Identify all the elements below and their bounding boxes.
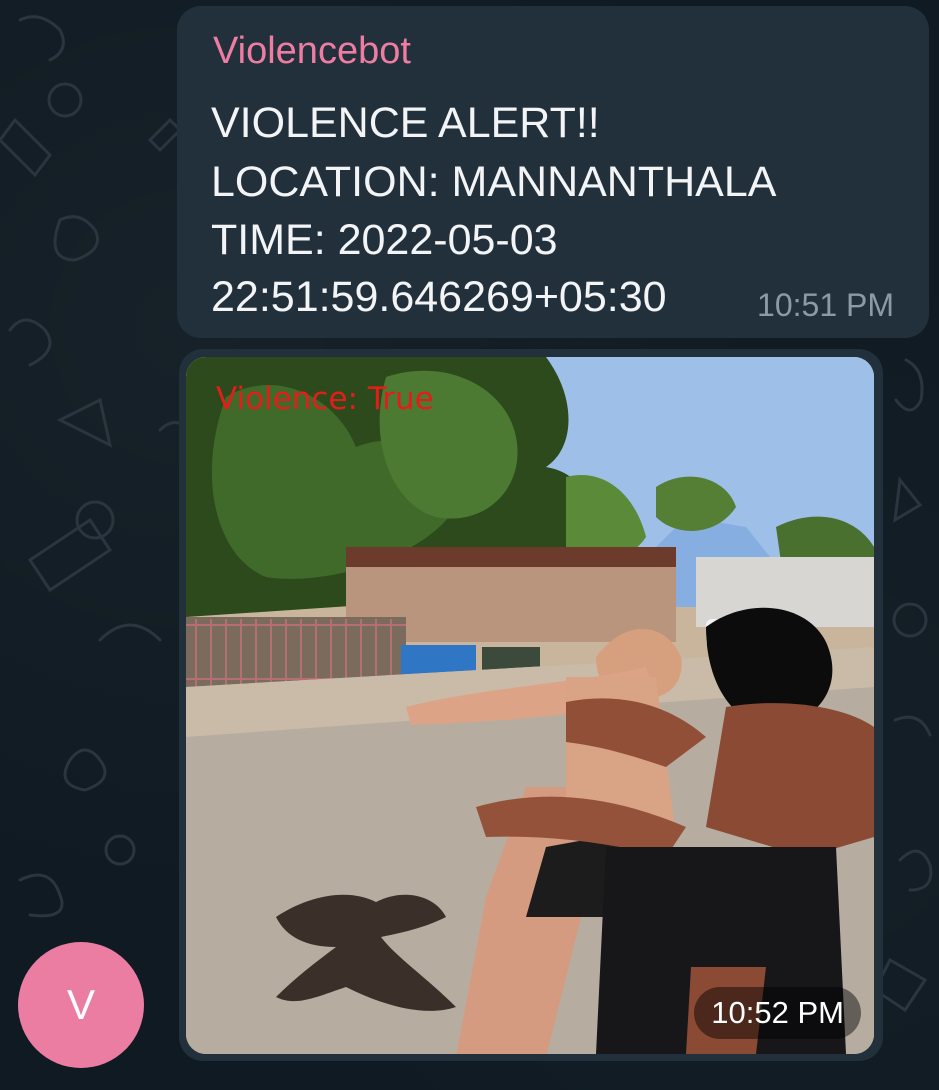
video-frame-image [186, 357, 874, 1054]
media-message-bubble[interactable]: Violence: True 10:52 PM [179, 349, 883, 1061]
sender-avatar[interactable]: V [18, 942, 144, 1068]
sender-name[interactable]: Violencebot [213, 32, 411, 70]
alert-title-line: VIOLENCE ALERT!! [211, 99, 600, 147]
time-line: TIME: 2022-05-03 [211, 216, 558, 264]
message-time: 10:51 PM [757, 287, 894, 323]
timestamp-line: 22:51:59.646269+05:30 [211, 273, 667, 321]
violence-overlay-text: Violence: True [216, 381, 434, 417]
location-line: LOCATION: MANNANTHALA [211, 158, 777, 206]
media-time: 10:52 PM [694, 987, 861, 1039]
violence-overlay-label: Violence: True [216, 381, 434, 417]
video-thumbnail[interactable]: Violence: True [186, 357, 874, 1054]
alert-message-bubble[interactable]: Violencebot VIOLENCE ALERT!! LOCATION: M… [177, 6, 929, 338]
